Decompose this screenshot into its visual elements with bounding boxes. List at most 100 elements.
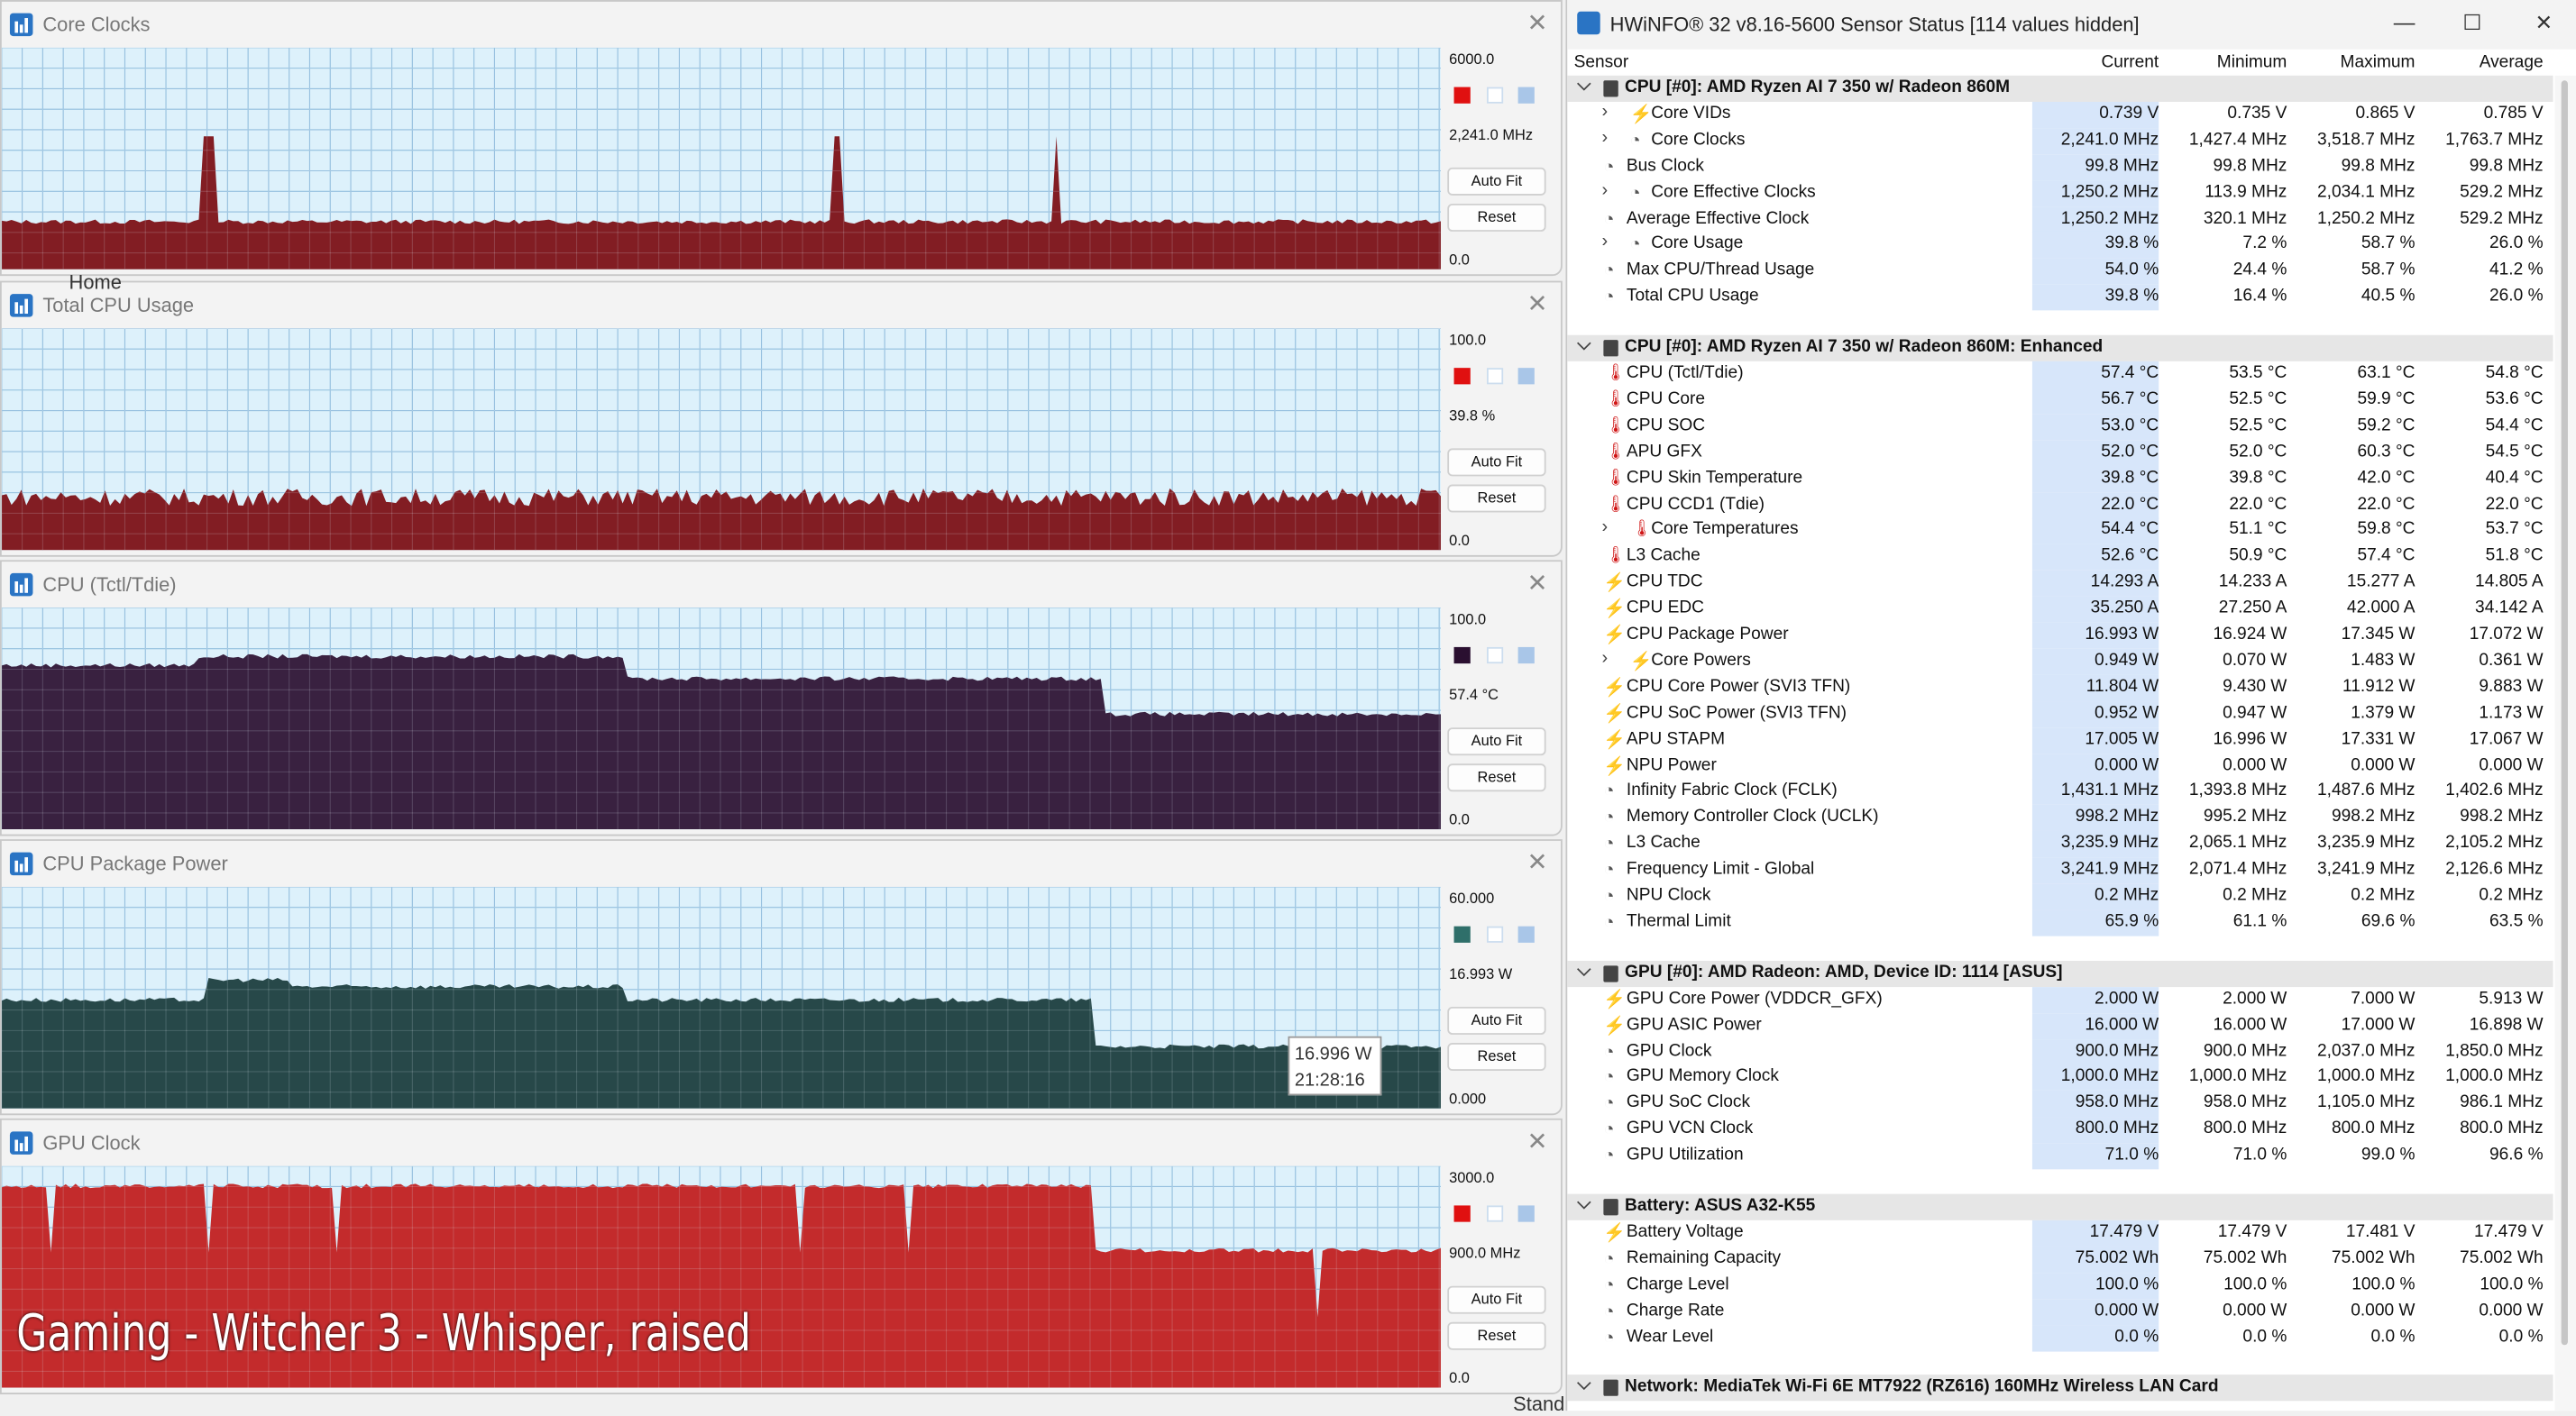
sensor-group-header[interactable]: ⌵ GPU [#0]: AMD Radeon: AMD, Device ID: 1… <box>1567 960 2553 987</box>
sensor-row[interactable]: ◔ L3 Cache 3,235.9 MHz 2,065.1 MHz 3,235.9 M… <box>1567 831 2553 858</box>
vertical-scrollbar[interactable] <box>2554 75 2576 1411</box>
auto-fit-button[interactable]: Auto Fit <box>1447 167 1546 196</box>
sensor-row[interactable]: ⚡ CPU SoC Power (SVI3 TFN) 0.952 W 0.947 W 1… <box>1567 700 2553 727</box>
sensor-row[interactable]: ⚡ GPU ASIC Power 16.000 W 16.000 W 17.000 W 1… <box>1567 1012 2553 1039</box>
line-color-swatch[interactable] <box>1453 926 1471 943</box>
background-color-swatch[interactable] <box>1487 646 1504 664</box>
reset-button[interactable]: Reset <box>1447 1321 1546 1350</box>
collapse-chevron-icon[interactable]: ⌵ <box>1577 1375 1591 1397</box>
expand-chevron-icon[interactable]: › <box>1602 518 1609 538</box>
average-value: 2,126.6 MHz <box>2445 859 2544 879</box>
sensor-row[interactable]: ◔ NPU Clock 0.2 MHz 0.2 MHz 0.2 MHz 0.2 MHz <box>1567 883 2553 910</box>
scrollbar-thumb[interactable] <box>2561 80 2568 1346</box>
auto-fit-button[interactable]: Auto Fit <box>1447 448 1546 477</box>
sensor-row[interactable]: › ◔ Core Usage 39.8 % 7.2 % 58.7 % 26.0 % <box>1567 232 2553 259</box>
sensor-row[interactable]: ⚡ CPU EDC 35.250 A 27.250 A 42.000 A 34.142 A <box>1567 596 2553 623</box>
sensor-row[interactable]: › ◔ Core Effective Clocks 1,250.2 MHz 113.9 … <box>1567 179 2553 206</box>
close-icon[interactable]: ✕ <box>2535 10 2553 36</box>
sensor-row[interactable]: ◔ Bus Clock 99.8 MHz 99.8 MHz 99.8 MHz 99.8 M… <box>1567 153 2553 180</box>
line-color-swatch[interactable] <box>1453 368 1471 385</box>
line-color-swatch[interactable] <box>1453 1205 1471 1222</box>
sensor-row[interactable]: ◔ Remaining Capacity 75.002 Wh 75.002 Wh 75.… <box>1567 1246 2553 1273</box>
close-icon[interactable]: ✕ <box>1526 847 1547 877</box>
grid-color-swatch[interactable] <box>1517 87 1535 104</box>
sensor-row[interactable]: ◔ GPU Clock 900.0 MHz 900.0 MHz 2,037.0 MHz 1… <box>1567 1038 2553 1065</box>
auto-fit-button[interactable]: Auto Fit <box>1447 1285 1546 1314</box>
sensor-row[interactable]: ◔ GPU VCN Clock 800.0 MHz 800.0 MHz 800.0 MH… <box>1567 1117 2553 1144</box>
grid-color-swatch[interactable] <box>1517 926 1535 943</box>
sensor-row[interactable]: ◔ Infinity Fabric Clock (FCLK) 1,431.1 MHz… <box>1567 779 2553 806</box>
sensor-row[interactable]: ⚡ CPU TDC 14.293 A 14.233 A 15.277 A 14.805 A <box>1567 570 2553 597</box>
background-color-swatch[interactable] <box>1487 1205 1504 1222</box>
sensor-row[interactable]: 🌡 APU GFX 52.0 °C 52.0 °C 60.3 °C 54.5 °C <box>1567 439 2553 466</box>
col-maximum[interactable]: Maximum <box>2341 52 2416 72</box>
expand-chevron-icon[interactable]: › <box>1602 102 1609 122</box>
sensor-group-header[interactable]: ⌵ Network: MediaTek Wi-Fi 6E MT7922 (RZ61… <box>1567 1375 2553 1402</box>
sensor-row[interactable]: ◔ GPU Memory Clock 1,000.0 MHz 1,000.0 MHz 1… <box>1567 1064 2553 1092</box>
grid-color-swatch[interactable] <box>1517 646 1535 664</box>
line-color-swatch[interactable] <box>1453 87 1471 104</box>
sensor-group-header[interactable]: ⌵ CPU [#0]: AMD Ryzen AI 7 350 w/ Radeon … <box>1567 334 2553 362</box>
sensor-row[interactable]: 🌡 L3 Cache 52.6 °C 50.9 °C 57.4 °C 51.8 °C <box>1567 544 2553 571</box>
sensor-row[interactable]: › 🌡 Core Temperatures 54.4 °C 51.1 °C 59.8 °C… <box>1567 517 2553 544</box>
sensor-row[interactable]: ⚡ CPU Core Power (SVI3 TFN) 11.804 W 9.430 … <box>1567 674 2553 701</box>
close-icon[interactable]: ✕ <box>1526 289 1547 319</box>
expand-chevron-icon[interactable]: › <box>1602 128 1609 148</box>
sensor-row[interactable]: ◔ Charge Level 100.0 % 100.0 % 100.0 % 100.0 … <box>1567 1272 2553 1299</box>
sensor-row[interactable]: › ⚡ Core Powers 0.949 W 0.070 W 1.483 W 0.361 … <box>1567 648 2553 675</box>
sensor-row[interactable]: ⚡ NPU Power 0.000 W 0.000 W 0.000 W 0.000 W <box>1567 753 2553 780</box>
sensor-group-header[interactable]: ⌵ CPU [#0]: AMD Ryzen AI 7 350 w/ Radeon … <box>1567 75 2553 102</box>
minimize-icon[interactable]: — <box>2394 10 2416 34</box>
col-minimum[interactable]: Minimum <box>2217 52 2287 72</box>
background-color-swatch[interactable] <box>1487 368 1504 385</box>
sensor-row[interactable]: 🌡 CPU Core 56.7 °C 52.5 °C 59.9 °C 53.6 °C <box>1567 387 2553 414</box>
reset-button[interactable]: Reset <box>1447 1043 1546 1072</box>
sensor-row[interactable]: ◔ Total CPU Usage 39.8 % 16.4 % 40.5 % 26.0 % <box>1567 284 2553 311</box>
sensor-row[interactable]: ⚡ APU STAPM 17.005 W 16.996 W 17.331 W 17.067… <box>1567 726 2553 754</box>
sensor-row[interactable]: ◔ Memory Controller Clock (UCLK) 998.2 MHz… <box>1567 805 2553 832</box>
sensor-row[interactable]: › ◔ Core Clocks 2,241.0 MHz 1,427.4 MHz 3,518… <box>1567 127 2553 154</box>
sensor-row[interactable]: ◔ Average Effective Clock 1,250.2 MHz 320.1… <box>1567 206 2553 233</box>
sensor-row[interactable]: 🌡 CPU (Tctl/Tdie) 57.4 °C 53.5 °C 63.1 °C 54.… <box>1567 361 2553 388</box>
close-icon[interactable]: ✕ <box>1526 8 1547 38</box>
sensor-row[interactable]: ◔ Max CPU/Thread Usage 54.0 % 24.4 % 58.7 % 4… <box>1567 258 2553 285</box>
sensor-row[interactable]: ⚡ Battery Voltage 17.479 V 17.479 V 17.481 V… <box>1567 1220 2553 1247</box>
sensor-row[interactable]: ⚡ CPU Package Power 16.993 W 16.924 W 17.345… <box>1567 622 2553 649</box>
background-color-swatch[interactable] <box>1487 87 1504 104</box>
sensor-row[interactable]: ◔ Thermal Limit 65.9 % 61.1 % 69.6 % 63.5 % <box>1567 909 2553 936</box>
sensor-row[interactable]: 🌡 CPU Skin Temperature 39.8 °C 39.8 °C 42.0 … <box>1567 465 2553 492</box>
expand-chevron-icon[interactable]: › <box>1602 233 1609 252</box>
maximize-icon[interactable]: ☐ <box>2462 10 2481 36</box>
expand-chevron-icon[interactable]: › <box>1602 649 1609 669</box>
reset-button[interactable]: Reset <box>1447 203 1546 232</box>
collapse-chevron-icon[interactable]: ⌵ <box>1577 1194 1591 1216</box>
collapse-chevron-icon[interactable]: ⌵ <box>1577 961 1591 982</box>
sensor-row[interactable]: ◔ Wear Level 0.0 % 0.0 % 0.0 % 0.0 % <box>1567 1324 2553 1351</box>
reset-button[interactable]: Reset <box>1447 763 1546 792</box>
close-icon[interactable]: ✕ <box>1526 568 1547 598</box>
grid-color-swatch[interactable] <box>1517 368 1535 385</box>
sensor-row[interactable]: ◔ Frequency Limit - Global 3,241.9 MHz 2,07… <box>1567 857 2553 884</box>
collapse-chevron-icon[interactable]: ⌵ <box>1577 335 1591 357</box>
sensor-row[interactable]: ⚡ GPU Core Power (VDDCR_GFX) 2.000 W 2.000 … <box>1567 986 2553 1013</box>
auto-fit-button[interactable]: Auto Fit <box>1447 727 1546 756</box>
sensor-row[interactable]: ◔ Charge Rate 0.000 W 0.000 W 0.000 W 0.000 W <box>1567 1298 2553 1325</box>
auto-fit-button[interactable]: Auto Fit <box>1447 1006 1546 1035</box>
sensor-row[interactable]: ◔ GPU SoC Clock 958.0 MHz 958.0 MHz 1,105.0 … <box>1567 1091 2553 1118</box>
line-color-swatch[interactable] <box>1453 646 1471 664</box>
collapse-chevron-icon[interactable]: ⌵ <box>1577 76 1591 97</box>
sensor-row[interactable]: 🌡 CPU SOC 53.0 °C 52.5 °C 59.2 °C 54.4 °C <box>1567 413 2553 440</box>
col-sensor[interactable]: Sensor <box>1574 52 1629 72</box>
sensor-name: Charge Level <box>1626 1274 1729 1294</box>
background-color-swatch[interactable] <box>1487 926 1504 943</box>
sensor-row[interactable]: 🌡 CPU CCD1 (Tdie) 22.0 °C 22.0 °C 22.0 °C 22.… <box>1567 491 2553 518</box>
reset-button[interactable]: Reset <box>1447 484 1546 513</box>
sensor-row[interactable]: › ⚡ Core VIDs 0.739 V 0.735 V 0.865 V 0.785 V <box>1567 101 2553 128</box>
sensor-group-header[interactable]: ⌵ Battery: ASUS A32-K55 <box>1567 1193 2553 1220</box>
expand-chevron-icon[interactable]: › <box>1602 180 1609 200</box>
sensor-row[interactable]: ◔ GPU Utilization 71.0 % 71.0 % 99.0 % 96.6 % <box>1567 1143 2553 1170</box>
col-current[interactable]: Current <box>2101 52 2159 72</box>
close-icon[interactable]: ✕ <box>1526 1127 1547 1156</box>
col-average[interactable]: Average <box>2480 52 2544 72</box>
grid-color-swatch[interactable] <box>1517 1205 1535 1222</box>
